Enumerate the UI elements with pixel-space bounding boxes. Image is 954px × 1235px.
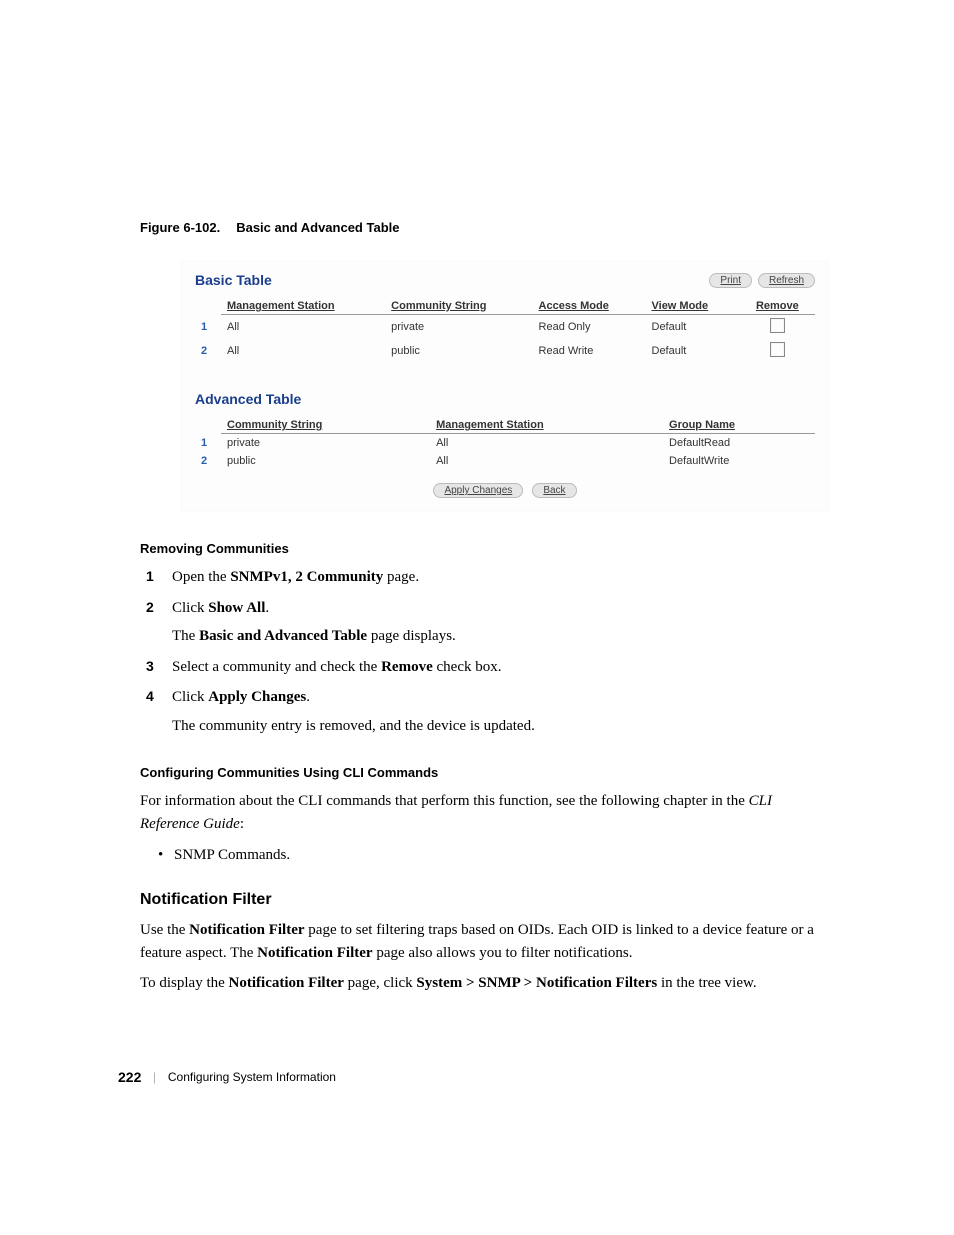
list-item: SNMP Commands. [140, 843, 834, 867]
cli-paragraph: For information about the CLI commands t… [140, 790, 834, 835]
term-apply-changes: Apply Changes [208, 689, 306, 705]
row-number: 2 [195, 339, 221, 363]
cli-bullet-list: SNMP Commands. [140, 843, 834, 867]
basic-table-header-row: Basic Table Print Refresh [195, 272, 815, 288]
cell-comm: public [221, 452, 430, 470]
cell-group: DefaultRead [663, 434, 815, 453]
screenshot-footer-buttons: Apply Changes Back [195, 484, 815, 496]
col-view-mode: View Mode [646, 296, 740, 315]
remove-checkbox[interactable] [770, 318, 785, 333]
step-text: Open the [172, 569, 230, 585]
apply-changes-button[interactable]: Apply Changes [433, 483, 523, 498]
term-show-all: Show All [208, 600, 265, 616]
cell-mgmt: All [430, 452, 663, 470]
cell-comm: private [221, 434, 430, 453]
step-text: check box. [433, 659, 502, 675]
step-2: 2 Click Show All. The Basic and Advanced… [140, 597, 834, 648]
step-text: . [265, 600, 269, 616]
heading-configuring-cli: Configuring Communities Using CLI Comman… [140, 765, 834, 780]
term-remove: Remove [381, 659, 433, 675]
page-number: 222 [118, 1069, 141, 1085]
cell-access: Read Only [533, 315, 646, 340]
heading-notification-filter: Notification Filter [140, 891, 834, 909]
notif-text: page also allows you to filter notificat… [373, 945, 633, 961]
figure-caption: Figure 6-102. Basic and Advanced Table [140, 220, 834, 235]
cell-view: Default [646, 339, 740, 363]
refresh-button[interactable]: Refresh [758, 273, 815, 288]
screenshot-basic-advanced-table: Basic Table Print Refresh Management Sta… [180, 259, 830, 513]
row-number: 2 [195, 452, 221, 470]
step-text: Select a community and check the [172, 659, 381, 675]
basic-table-buttons: Print Refresh [709, 273, 815, 288]
cell-view: Default [646, 315, 740, 340]
step-3: 3 Select a community and check the Remov… [140, 656, 834, 679]
col-community-string: Community String [385, 296, 532, 315]
col-access-mode: Access Mode [533, 296, 646, 315]
cell-comm: public [385, 339, 532, 363]
page: Figure 6-102. Basic and Advanced Table Ba… [0, 0, 954, 1235]
footer-separator: | [153, 1070, 156, 1085]
notification-paragraph-1: Use the Notification Filter page to set … [140, 919, 834, 964]
step-text: Click [172, 689, 208, 705]
step-text: page. [383, 569, 419, 585]
chapter-title: Configuring System Information [168, 1070, 336, 1084]
term-notification-filter: Notification Filter [229, 975, 344, 991]
cell-mgmt: All [221, 339, 385, 363]
advanced-table: Community String Management Station Grou… [195, 415, 815, 470]
notif-text: in the tree view. [657, 975, 756, 991]
notification-paragraph-2: To display the Notification Filter page,… [140, 972, 834, 995]
page-footer: 222 | Configuring System Information [118, 1069, 336, 1085]
figure-number: Figure 6-102. [140, 220, 220, 235]
heading-removing-communities: Removing Communities [140, 541, 834, 556]
step-2-cont: The Basic and Advanced Table page displa… [172, 625, 834, 648]
col-management-station: Management Station [430, 415, 663, 434]
cell-group: DefaultWrite [663, 452, 815, 470]
table-row: 1 All private Read Only Default [195, 315, 815, 340]
step-text: page displays. [367, 628, 456, 644]
col-group-name: Group Name [663, 415, 815, 434]
term-snmpv12-community: SNMPv1, 2 Community [230, 569, 383, 585]
step-4-cont: The community entry is removed, and the … [172, 715, 834, 738]
step-1: 1 Open the SNMPv1, 2 Community page. [140, 566, 834, 589]
row-number: 1 [195, 434, 221, 453]
col-community-string: Community String [221, 415, 430, 434]
cell-access: Read Write [533, 339, 646, 363]
term-notification-filter: Notification Filter [189, 922, 304, 938]
notif-text: Use the [140, 922, 189, 938]
cell-mgmt: All [430, 434, 663, 453]
print-button[interactable]: Print [709, 273, 752, 288]
steps-removing-communities: 1 Open the SNMPv1, 2 Community page. 2 C… [140, 566, 834, 737]
term-basic-advanced-table: Basic and Advanced Table [199, 628, 367, 644]
table-row: 2 public All DefaultWrite [195, 452, 815, 470]
step-number: 1 [146, 566, 154, 587]
step-4: 4 Click Apply Changes. The community ent… [140, 686, 834, 737]
basic-table-title: Basic Table [195, 272, 272, 288]
table-row: 1 private All DefaultRead [195, 434, 815, 453]
notif-text: page, click [344, 975, 416, 991]
col-management-station: Management Station [221, 296, 385, 315]
step-text: . [306, 689, 310, 705]
remove-checkbox[interactable] [770, 342, 785, 357]
cell-mgmt: All [221, 315, 385, 340]
nav-path: System > SNMP > Notification Filters [416, 975, 657, 991]
table-row: 2 All public Read Write Default [195, 339, 815, 363]
step-text: The [172, 628, 199, 644]
step-number: 3 [146, 656, 154, 677]
cli-text: For information about the CLI commands t… [140, 793, 749, 809]
step-number: 2 [146, 597, 154, 618]
basic-table: Management Station Community String Acce… [195, 296, 815, 363]
figure-title: Basic and Advanced Table [236, 220, 399, 235]
cell-comm: private [385, 315, 532, 340]
row-number: 1 [195, 315, 221, 340]
step-number: 4 [146, 686, 154, 707]
col-remove: Remove [740, 296, 815, 315]
cli-text: : [240, 816, 244, 832]
back-button[interactable]: Back [532, 483, 576, 498]
notif-text: To display the [140, 975, 229, 991]
step-text: Click [172, 600, 208, 616]
advanced-table-title: Advanced Table [195, 391, 815, 407]
term-notification-filter: Notification Filter [257, 945, 372, 961]
